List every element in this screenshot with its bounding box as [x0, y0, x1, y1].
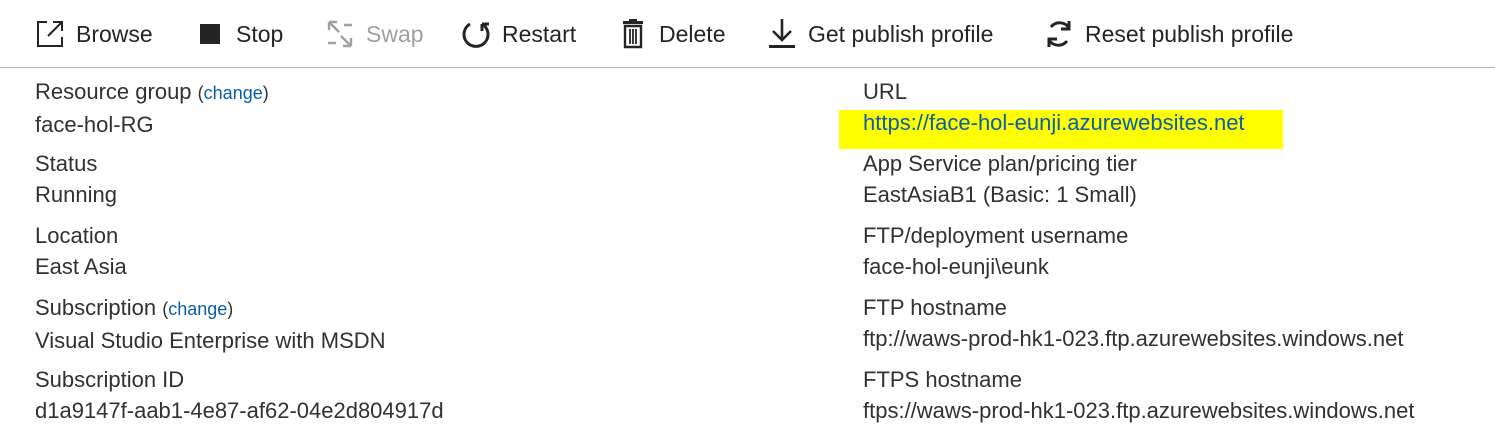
restart-icon	[460, 18, 492, 50]
location-label: Location	[35, 223, 119, 248]
essentials-left-column: Resource group (change) face-hol-RG Stat…	[35, 76, 444, 436]
get-publish-profile-label: Get publish profile	[808, 20, 994, 47]
ftp-username-label: FTP/deployment username	[863, 223, 1129, 248]
download-icon	[766, 18, 798, 50]
essentials-right-column: URL https://face-hol-eunji.azurewebsites…	[839, 76, 1414, 436]
ftp-hostname-property: FTP hostname ftp://waws-prod-hk1-023.ftp…	[863, 292, 1414, 364]
plan-value-link[interactable]: EastAsiaB1 (Basic: 1 Small)	[863, 179, 1414, 210]
subscription-value-link[interactable]: Visual Studio Enterprise with MSDN	[35, 325, 444, 356]
subscription-id-label: Subscription ID	[35, 367, 185, 392]
url-property: URL https://face-hol-eunji.azurewebsites…	[839, 76, 1414, 149]
stop-icon	[194, 18, 226, 50]
status-property: Status Running	[35, 148, 444, 220]
resource-group-value-link[interactable]: face-hol-RG	[35, 109, 444, 140]
url-label: URL	[863, 79, 908, 104]
swap-icon	[324, 18, 356, 50]
subscription-property: Subscription (change) Visual Studio Ente…	[35, 292, 444, 364]
delete-button[interactable]: Delete	[617, 14, 725, 54]
subscription-label: Subscription	[35, 295, 157, 320]
ftps-hostname-label: FTPS hostname	[863, 367, 1022, 392]
reset-publish-profile-button[interactable]: Reset publish profile	[1043, 14, 1293, 54]
status-label: Status	[35, 151, 98, 176]
plan-property: App Service plan/pricing tier EastAsiaB1…	[863, 148, 1414, 220]
browse-button[interactable]: Browse	[34, 14, 153, 54]
resource-group-change-link[interactable]: change	[204, 83, 263, 103]
ftp-hostname-label: FTP hostname	[863, 295, 1007, 320]
swap-label: Swap	[366, 20, 424, 47]
status-value: Running	[35, 182, 117, 207]
ftps-hostname-value: ftps://waws-prod-hk1-023.ftp.azurewebsit…	[863, 398, 1415, 423]
resource-group-label: Resource group	[35, 79, 192, 104]
external-link-icon	[34, 18, 66, 50]
url-value-link[interactable]: https://face-hol-eunji.azurewebsites.net	[839, 110, 1283, 149]
stop-button[interactable]: Stop	[194, 14, 283, 54]
refresh-icon	[1043, 18, 1075, 50]
restart-button[interactable]: Restart	[460, 14, 576, 54]
ftp-hostname-value: ftp://waws-prod-hk1-023.ftp.azurewebsite…	[863, 326, 1404, 351]
subscription-id-property: Subscription ID d1a9147f-aab1-4e87-af62-…	[35, 364, 444, 436]
delete-label: Delete	[659, 20, 726, 47]
resource-group-property: Resource group (change) face-hol-RG	[35, 76, 444, 148]
trash-icon	[617, 18, 649, 50]
reset-publish-profile-label: Reset publish profile	[1085, 20, 1294, 47]
get-publish-profile-button[interactable]: Get publish profile	[766, 14, 993, 54]
location-property: Location East Asia	[35, 220, 444, 292]
ftps-hostname-property: FTPS hostname ftps://waws-prod-hk1-023.f…	[863, 364, 1414, 436]
ftp-username-property: FTP/deployment username face-hol-eunji\e…	[863, 220, 1414, 292]
browse-label: Browse	[76, 20, 153, 47]
subscription-change-link[interactable]: change	[168, 299, 227, 319]
location-value: East Asia	[35, 254, 127, 279]
plan-label: App Service plan/pricing tier	[863, 151, 1137, 176]
subscription-id-value: d1a9147f-aab1-4e87-af62-04e2d804917d	[35, 398, 444, 423]
restart-label: Restart	[502, 20, 577, 47]
swap-button[interactable]: Swap	[324, 14, 424, 54]
stop-label: Stop	[236, 20, 284, 47]
ftp-username-value: face-hol-eunji\eunk	[863, 254, 1049, 279]
command-bar: Browse Stop Swap Restart Delete Get publ…	[0, 0, 1495, 68]
